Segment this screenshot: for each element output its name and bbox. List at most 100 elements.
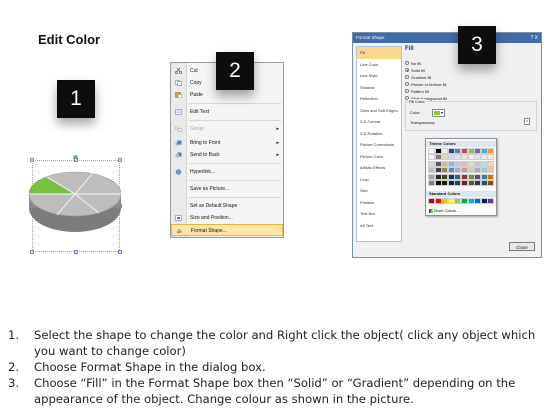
pie-shape[interactable] xyxy=(27,170,123,244)
color-swatch[interactable] xyxy=(454,173,462,180)
color-swatch[interactable] xyxy=(467,167,475,174)
nav-item-picture-corrections[interactable]: Picture Corrections xyxy=(357,139,401,151)
color-swatch[interactable] xyxy=(441,180,449,187)
color-swatch[interactable] xyxy=(428,154,435,160)
color-swatch[interactable] xyxy=(447,167,455,174)
color-swatch[interactable] xyxy=(487,154,495,160)
nav-item-line-color[interactable]: Line Color xyxy=(357,59,401,71)
menu-item-size-position[interactable]: Size and Position... xyxy=(171,212,283,224)
color-swatch[interactable] xyxy=(447,160,455,167)
color-swatch[interactable] xyxy=(461,148,468,154)
color-swatch[interactable] xyxy=(474,198,482,204)
color-swatch[interactable] xyxy=(480,198,488,204)
nav-item-3d-rotation[interactable]: 3-D Rotation xyxy=(357,128,401,140)
color-swatch[interactable] xyxy=(474,148,482,154)
color-swatch[interactable] xyxy=(467,173,475,180)
color-swatch[interactable] xyxy=(487,180,495,187)
color-swatch[interactable] xyxy=(480,173,488,180)
color-swatch[interactable] xyxy=(467,198,475,204)
color-swatch[interactable] xyxy=(434,167,442,174)
nav-item-position[interactable]: Position xyxy=(357,197,401,209)
color-swatch[interactable] xyxy=(434,180,442,187)
nav-item-artistic-effects[interactable]: Artistic Effects xyxy=(357,162,401,174)
color-swatch[interactable] xyxy=(487,148,495,154)
color-swatch[interactable] xyxy=(428,167,435,174)
color-swatch[interactable] xyxy=(447,173,455,180)
color-swatch[interactable] xyxy=(474,180,482,187)
color-swatch[interactable] xyxy=(461,180,468,187)
color-swatch[interactable] xyxy=(487,198,495,204)
color-swatch[interactable] xyxy=(441,167,449,174)
color-swatch[interactable] xyxy=(428,180,435,187)
color-swatch[interactable] xyxy=(461,173,468,180)
color-swatch[interactable] xyxy=(467,154,475,160)
color-swatch[interactable] xyxy=(461,198,468,204)
menu-item-edit-text[interactable]: Edit Text xyxy=(171,106,283,118)
color-swatch[interactable] xyxy=(447,148,455,154)
color-swatch[interactable] xyxy=(487,160,495,167)
radio-button-selected[interactable] xyxy=(405,68,409,72)
color-swatch[interactable] xyxy=(461,167,468,174)
nav-item-size[interactable]: Size xyxy=(357,185,401,197)
color-swatch[interactable] xyxy=(480,180,488,187)
color-swatch[interactable] xyxy=(474,173,482,180)
color-swatch[interactable] xyxy=(434,148,442,154)
selection-handle[interactable] xyxy=(74,250,78,254)
color-swatch[interactable] xyxy=(474,167,482,174)
selection-handle[interactable] xyxy=(30,250,34,254)
radio-button[interactable] xyxy=(405,89,409,93)
color-swatch[interactable] xyxy=(434,173,442,180)
color-swatch[interactable] xyxy=(480,160,488,167)
color-swatch[interactable] xyxy=(487,173,495,180)
menu-item-format-shape[interactable]: Format Shape... xyxy=(171,224,283,236)
color-swatch[interactable] xyxy=(454,154,462,160)
radio-button[interactable] xyxy=(405,82,409,86)
color-swatch[interactable] xyxy=(487,167,495,174)
nav-item-alt-text[interactable]: Alt Text xyxy=(357,220,401,232)
color-swatch[interactable] xyxy=(447,198,455,204)
menu-item-hyperlink[interactable]: Hyperlink... xyxy=(171,166,283,178)
color-swatch[interactable] xyxy=(467,160,475,167)
nav-item-glow[interactable]: Glow and Soft Edges xyxy=(357,105,401,117)
color-swatch[interactable] xyxy=(447,154,455,160)
selection-handle[interactable] xyxy=(118,250,122,254)
nav-item-line-style[interactable]: Line Style xyxy=(357,70,401,82)
color-swatch[interactable] xyxy=(434,160,442,167)
nav-item-text-box[interactable]: Text Box xyxy=(357,208,401,220)
color-swatch[interactable] xyxy=(441,154,449,160)
color-swatch[interactable] xyxy=(467,180,475,187)
close-button[interactable]: Close xyxy=(509,242,535,251)
color-swatch[interactable] xyxy=(454,167,462,174)
color-swatch[interactable] xyxy=(428,160,435,167)
menu-item-send-to-back[interactable]: Send to Back ▸ xyxy=(171,149,283,161)
menu-item-paste[interactable]: Paste xyxy=(171,89,283,101)
nav-item-fill[interactable]: Fill xyxy=(357,47,401,59)
color-swatch[interactable] xyxy=(441,160,449,167)
color-swatch[interactable] xyxy=(454,180,462,187)
nav-item-crop[interactable]: Crop xyxy=(357,174,401,186)
selection-handle[interactable] xyxy=(30,158,34,162)
color-swatch[interactable] xyxy=(474,154,482,160)
dialog-window-buttons[interactable]: ? X xyxy=(530,35,538,41)
nav-item-3d-format[interactable]: 3-D Format xyxy=(357,116,401,128)
color-swatch[interactable] xyxy=(428,173,435,180)
color-swatch[interactable] xyxy=(447,180,455,187)
color-swatch[interactable] xyxy=(454,148,462,154)
color-swatch[interactable] xyxy=(428,148,435,154)
menu-item-bring-to-front[interactable]: Bring to Front ▸ xyxy=(171,137,283,149)
selection-handle[interactable] xyxy=(118,158,122,162)
menu-item-save-as-picture[interactable]: Save as Picture... xyxy=(171,183,283,195)
radio-button[interactable] xyxy=(405,75,409,79)
color-swatch[interactable] xyxy=(454,198,462,204)
radio-button[interactable] xyxy=(405,61,409,65)
fill-color-button[interactable]: ▾ xyxy=(432,109,445,117)
color-swatch[interactable] xyxy=(434,198,442,204)
transparency-spinner[interactable]: ⇕ xyxy=(524,118,530,125)
color-swatch[interactable] xyxy=(480,148,488,154)
color-swatch[interactable] xyxy=(441,173,449,180)
color-swatch[interactable] xyxy=(454,160,462,167)
color-swatch[interactable] xyxy=(461,160,468,167)
nav-item-picture-color[interactable]: Picture Color xyxy=(357,151,401,163)
color-swatch[interactable] xyxy=(434,154,442,160)
color-swatch[interactable] xyxy=(441,148,449,154)
